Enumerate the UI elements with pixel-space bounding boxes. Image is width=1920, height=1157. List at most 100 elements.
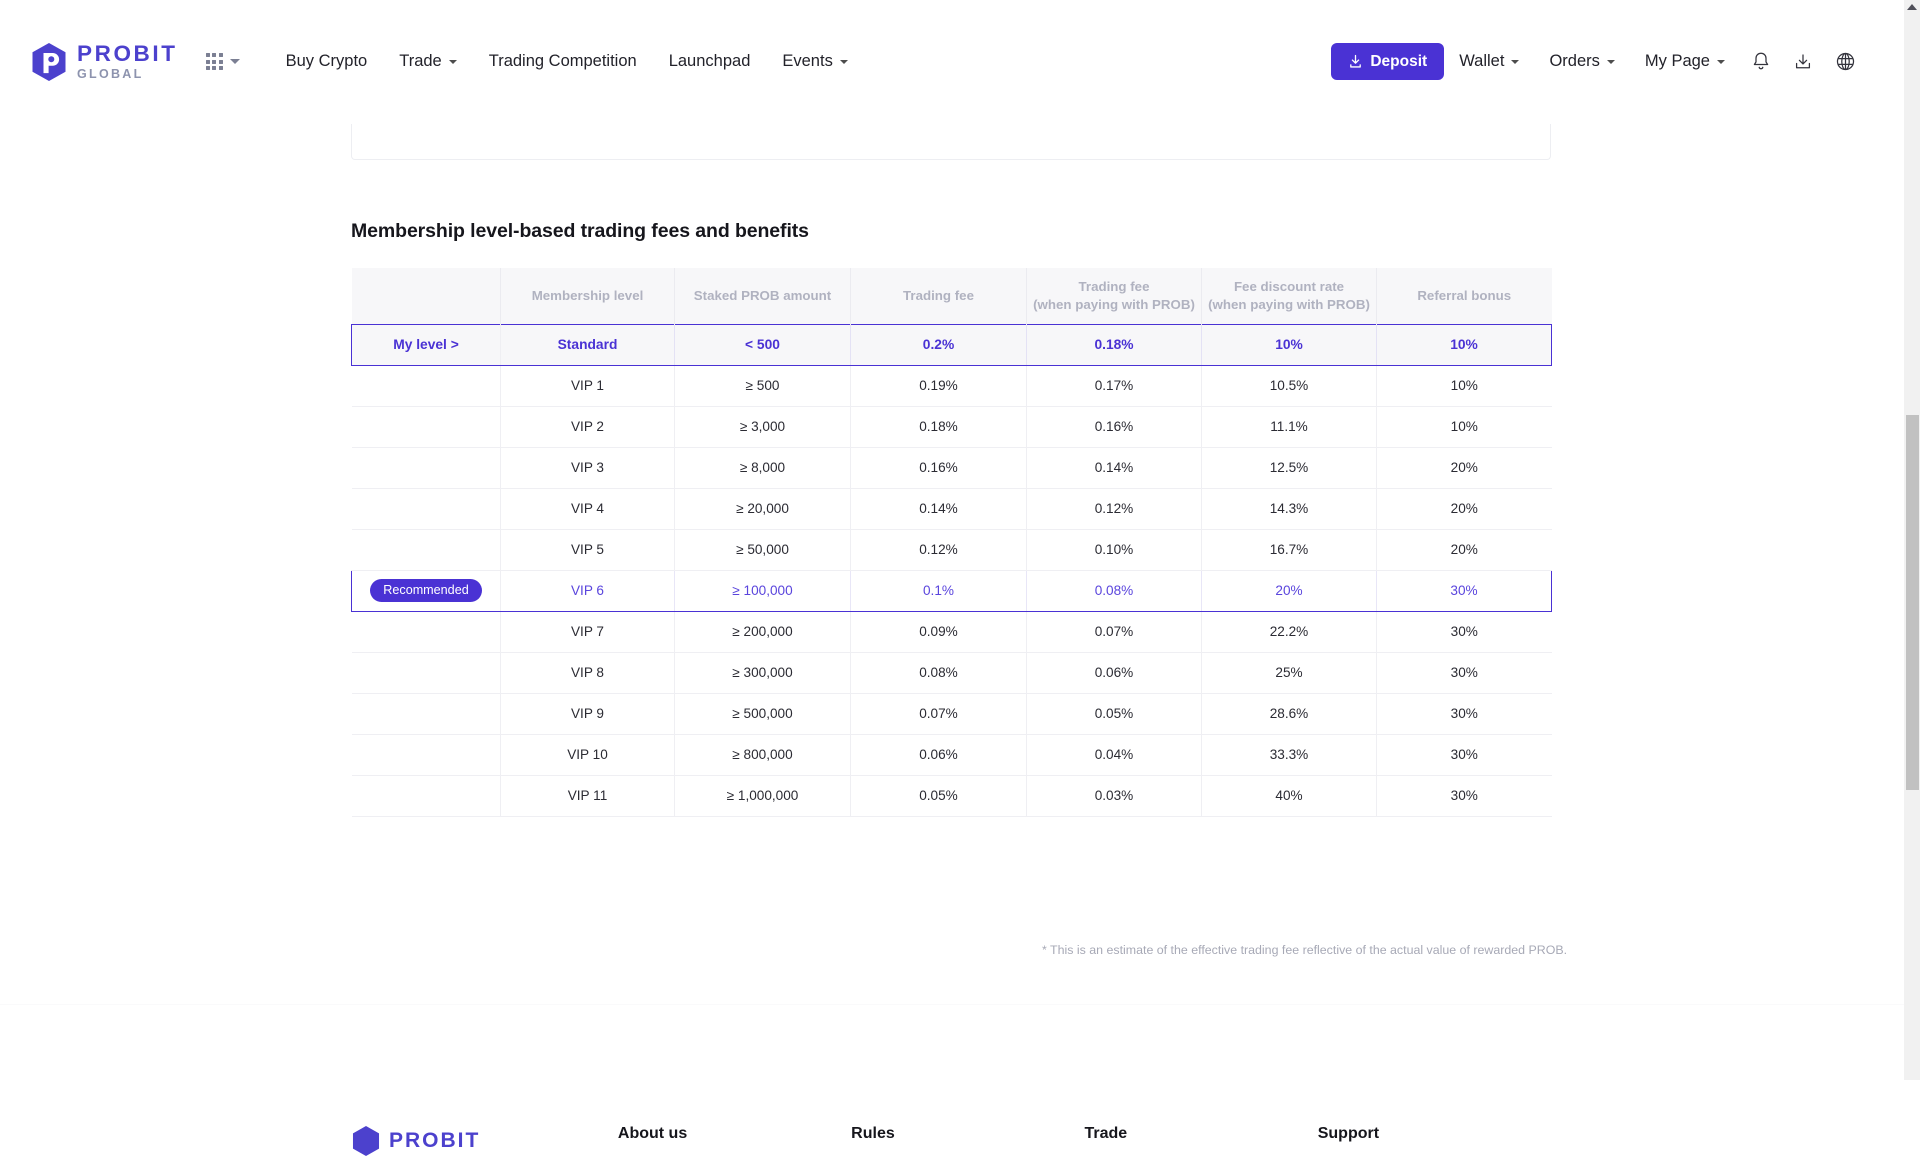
footer-logo[interactable]: PROBIT	[351, 1125, 618, 1157]
footer-column-support[interactable]: Support	[1318, 1125, 1551, 1143]
cell-trading-fee: 0.2%	[850, 323, 1027, 366]
cell-membership-level: VIP 11	[500, 775, 675, 817]
tag-cell-empty	[351, 488, 501, 530]
header-menu-wallet[interactable]: Wallet	[1444, 52, 1534, 71]
cell-trading-fee-prob: 0.04%	[1026, 734, 1202, 776]
column-header-tag	[351, 268, 501, 324]
table-row[interactable]: VIP 8 ≥ 300,000 0.08% 0.06% 25% 30%	[351, 652, 1552, 694]
chevron-down-icon	[1606, 59, 1615, 64]
header-menu-my-page[interactable]: My Page	[1630, 52, 1740, 71]
grid-icon	[205, 53, 223, 70]
table-row[interactable]: VIP 5 ≥ 50,000 0.12% 0.10% 16.7% 20%	[351, 529, 1552, 571]
chevron-down-icon	[839, 59, 848, 64]
tag-cell-empty	[351, 406, 501, 448]
notifications-button[interactable]	[1740, 43, 1782, 81]
footer-column-rules[interactable]: Rules	[851, 1125, 1084, 1143]
my-level-link-cell: My level >	[351, 323, 501, 366]
table-footnote: * This is an estimate of the effective t…	[1042, 943, 1568, 957]
cell-membership-level: Standard	[500, 323, 675, 366]
nav-item-events[interactable]: Events	[766, 52, 863, 71]
probit-logo-text: PROBIT GLOBAL	[77, 42, 178, 81]
cell-trading-fee-prob: 0.05%	[1026, 693, 1202, 735]
column-header-staked-prob: Staked PROB amount	[674, 268, 851, 324]
download-app-icon	[1795, 53, 1811, 68]
header-line-2: (when paying with PROB)	[1033, 296, 1195, 312]
cell-staked-prob: ≥ 200,000	[674, 611, 851, 653]
cell-staked-prob: ≥ 1,000,000	[674, 775, 851, 817]
cell-trading-fee: 0.05%	[850, 775, 1027, 817]
table-row[interactable]: VIP 4 ≥ 20,000 0.14% 0.12% 14.3% 20%	[351, 488, 1552, 530]
column-header-membership-level: Membership level	[500, 268, 675, 324]
table-header: Membership level Staked PROB amount Trad…	[351, 268, 1552, 324]
table-row[interactable]: My level > Standard < 500 0.2% 0.18% 10% 10%	[351, 323, 1552, 366]
nav-label: Trade	[399, 52, 442, 70]
column-header-referral-bonus: Referral bonus	[1376, 268, 1552, 324]
scrollbar-thumb[interactable]	[1905, 415, 1919, 790]
column-header-trading-fee-prob: Trading fee (when paying with PROB)	[1026, 268, 1202, 324]
my-level-link[interactable]: My level >	[393, 337, 459, 352]
chevron-down-icon	[1717, 59, 1725, 64]
globe-language-icon	[1836, 52, 1854, 71]
cell-trading-fee-prob: 0.17%	[1026, 365, 1202, 407]
nav-label: Launchpad	[668, 52, 751, 70]
tag-cell-empty	[351, 447, 501, 489]
cell-fee-discount-rate: 14.3%	[1201, 488, 1377, 530]
cell-trading-fee-prob: 0.03%	[1026, 775, 1202, 817]
language-button[interactable]	[1824, 43, 1866, 81]
deposit-button[interactable]: Deposit	[1331, 43, 1445, 80]
tag-cell-empty	[351, 365, 501, 407]
header-menu-label: Wallet	[1459, 52, 1505, 70]
table-row[interactable]: VIP 7 ≥ 200,000 0.09% 0.07% 22.2% 30%	[351, 611, 1552, 653]
cell-staked-prob: ≥ 8,000	[674, 447, 851, 489]
apps-menu-button[interactable]	[205, 53, 240, 70]
cell-referral-bonus: 20%	[1376, 488, 1552, 530]
nav-label: Trading Competition	[488, 52, 637, 70]
column-header-fee-discount-rate: Fee discount rate (when paying with PROB…	[1201, 268, 1377, 324]
table-row[interactable]: VIP 1 ≥ 500 0.19% 0.17% 10.5% 10%	[351, 365, 1552, 407]
table-body: My level > Standard < 500 0.2% 0.18% 10% 10% VI…	[351, 323, 1552, 817]
nav-item-buy-crypto[interactable]: Buy Crypto	[270, 52, 384, 71]
header-line-1: Staked PROB amount	[693, 287, 832, 303]
cell-membership-level: VIP 4	[500, 488, 675, 530]
cell-staked-prob: ≥ 300,000	[674, 652, 851, 694]
tag-cell-empty	[351, 775, 501, 817]
cell-fee-discount-rate: 20%	[1201, 569, 1377, 612]
site-header: PROBIT GLOBAL Buy Crypto Trade Trading C…	[0, 0, 1904, 124]
footer-column-about[interactable]: About us	[618, 1125, 851, 1143]
cell-fee-discount-rate: 12.5%	[1201, 447, 1377, 489]
nav-item-trade[interactable]: Trade	[383, 52, 473, 71]
nav-item-launchpad[interactable]: Launchpad	[653, 52, 767, 71]
header-left-group: PROBIT GLOBAL Buy Crypto Trade Trading C…	[0, 42, 864, 82]
header-menu-orders[interactable]: Orders	[1534, 52, 1629, 71]
chevron-up-icon	[1907, 4, 1917, 10]
table-row[interactable]: VIP 11 ≥ 1,000,000 0.05% 0.03% 40% 30%	[351, 775, 1552, 817]
header-menu-label: My Page	[1644, 52, 1710, 70]
status-badge: Recommended	[370, 578, 482, 603]
table-row[interactable]: VIP 3 ≥ 8,000 0.16% 0.14% 12.5% 20%	[351, 447, 1552, 489]
page-scrollbar[interactable]	[1904, 0, 1920, 1080]
cell-membership-level: VIP 2	[500, 406, 675, 448]
tag-cell-empty	[351, 652, 501, 694]
cell-staked-prob: < 500	[674, 323, 851, 366]
cell-staked-prob: ≥ 800,000	[674, 734, 851, 776]
cell-staked-prob: ≥ 500,000	[674, 693, 851, 735]
cell-referral-bonus: 20%	[1376, 529, 1552, 571]
cell-trading-fee: 0.14%	[850, 488, 1027, 530]
table-row[interactable]: VIP 9 ≥ 500,000 0.07% 0.05% 28.6% 30%	[351, 693, 1552, 735]
footer-logo-text: PROBIT	[389, 1129, 481, 1152]
download-app-button[interactable]	[1782, 43, 1824, 81]
table-row[interactable]: VIP 2 ≥ 3,000 0.18% 0.16% 11.1% 10%	[351, 406, 1552, 448]
cell-referral-bonus: 30%	[1376, 693, 1552, 735]
nav-item-trading-competition[interactable]: Trading Competition	[473, 52, 653, 71]
probit-logo[interactable]: PROBIT GLOBAL	[30, 42, 178, 82]
table-row[interactable]: VIP 10 ≥ 800,000 0.06% 0.04% 33.3% 30%	[351, 734, 1552, 776]
footer-content: PROBIT About us Rules Trade Support	[351, 1125, 1551, 1157]
scrollbar-up-button[interactable]	[1904, 0, 1920, 16]
download-icon	[1350, 54, 1362, 68]
table-row[interactable]: Recommended VIP 6 ≥ 100,000 0.1% 0.08% 20% 30%	[351, 569, 1552, 612]
footer-column-trade[interactable]: Trade	[1084, 1125, 1317, 1143]
header-menu-label: Orders	[1549, 52, 1600, 70]
bell-icon	[1753, 52, 1769, 70]
header-line-1: Trading fee	[903, 287, 974, 303]
cell-fee-discount-rate: 10%	[1201, 323, 1377, 366]
